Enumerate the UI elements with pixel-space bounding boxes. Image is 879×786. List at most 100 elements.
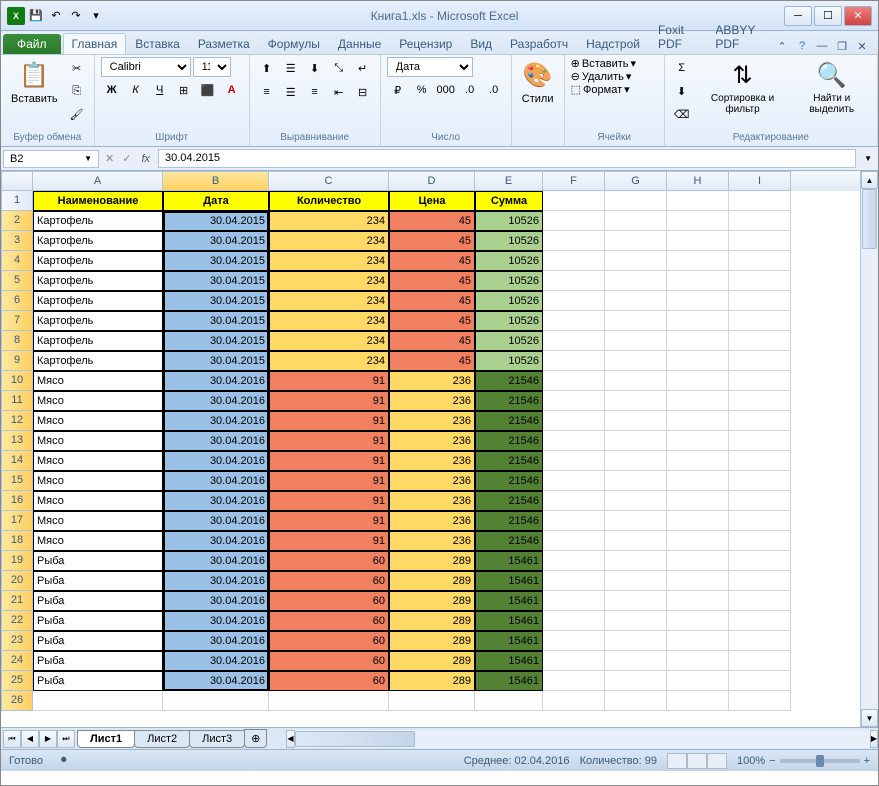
fx-icon[interactable]: fx (135, 153, 156, 165)
cell[interactable] (605, 491, 667, 511)
cell[interactable] (729, 411, 791, 431)
cell[interactable] (729, 251, 791, 271)
cell[interactable] (605, 571, 667, 591)
hscroll-thumb[interactable] (295, 731, 415, 747)
row-header[interactable]: 24 (1, 651, 33, 671)
row-header[interactable]: 8 (1, 331, 33, 351)
cell[interactable]: 30.04.2016 (163, 631, 269, 651)
cell[interactable]: Рыба (33, 671, 163, 691)
cell[interactable]: 10526 (475, 291, 543, 311)
cell[interactable]: 234 (269, 291, 389, 311)
cell[interactable] (667, 591, 729, 611)
cell[interactable] (543, 451, 605, 471)
align-middle-icon[interactable]: ☰ (280, 57, 302, 79)
align-left-icon[interactable]: ≡ (256, 81, 278, 103)
cell[interactable] (729, 351, 791, 371)
cell[interactable] (729, 271, 791, 291)
orientation-icon[interactable]: ⤡ (328, 57, 350, 79)
qat-dropdown-icon[interactable]: ▾ (87, 7, 105, 25)
ribbon-tab[interactable]: ABBYY PDF (706, 19, 774, 54)
cell[interactable]: 236 (389, 451, 475, 471)
row-header[interactable]: 6 (1, 291, 33, 311)
column-header[interactable]: H (667, 171, 729, 191)
cell[interactable] (667, 611, 729, 631)
cell[interactable]: 60 (269, 611, 389, 631)
cell[interactable] (543, 251, 605, 271)
cell[interactable]: 30.04.2015 (163, 211, 269, 231)
file-tab[interactable]: Файл (3, 34, 61, 54)
row-header[interactable]: 9 (1, 351, 33, 371)
cell[interactable]: Мясо (33, 371, 163, 391)
row-header[interactable]: 15 (1, 471, 33, 491)
cell[interactable] (667, 411, 729, 431)
cell[interactable]: 236 (389, 491, 475, 511)
cell[interactable]: Картофель (33, 211, 163, 231)
scroll-left-icon[interactable]: ◀ (286, 730, 294, 748)
font-name-select[interactable]: Calibri (101, 57, 191, 77)
cell[interactable] (729, 371, 791, 391)
cell[interactable] (543, 351, 605, 371)
row-header[interactable]: 5 (1, 271, 33, 291)
cell[interactable] (667, 531, 729, 551)
cell[interactable] (543, 211, 605, 231)
cell[interactable] (729, 311, 791, 331)
cell[interactable] (543, 631, 605, 651)
cell[interactable] (667, 251, 729, 271)
column-header[interactable]: D (389, 171, 475, 191)
cell[interactable]: 91 (269, 511, 389, 531)
cell[interactable]: Картофель (33, 271, 163, 291)
cell[interactable]: Мясо (33, 391, 163, 411)
cell[interactable]: 236 (389, 391, 475, 411)
cell[interactable]: 45 (389, 311, 475, 331)
sheet-tab-active[interactable]: Лист1 (77, 730, 135, 748)
row-header[interactable]: 18 (1, 531, 33, 551)
cell[interactable]: 30.04.2016 (163, 651, 269, 671)
ribbon-tab[interactable]: Главная (63, 33, 127, 54)
cell[interactable]: Картофель (33, 351, 163, 371)
row-header[interactable]: 3 (1, 231, 33, 251)
font-size-select[interactable]: 11 (193, 57, 231, 77)
cell[interactable]: 30.04.2016 (163, 451, 269, 471)
cell[interactable] (543, 671, 605, 691)
cell[interactable]: Мясо (33, 431, 163, 451)
autosum-icon[interactable]: Σ (671, 57, 693, 79)
cell[interactable] (543, 651, 605, 671)
cell[interactable] (543, 471, 605, 491)
row-header[interactable]: 19 (1, 551, 33, 571)
cells-area[interactable]: НаименованиеДатаКоличествоЦенаСуммаКарто… (33, 191, 860, 727)
cell[interactable]: 60 (269, 651, 389, 671)
cell[interactable] (667, 451, 729, 471)
cell[interactable] (605, 271, 667, 291)
cell[interactable]: 30.04.2016 (163, 591, 269, 611)
cell[interactable] (729, 651, 791, 671)
cell[interactable]: 30.04.2016 (163, 511, 269, 531)
window-restore-icon[interactable]: ❐ (834, 38, 850, 54)
currency-icon[interactable]: ₽ (387, 79, 409, 101)
cell[interactable]: 45 (389, 271, 475, 291)
cell[interactable]: 30.04.2016 (163, 551, 269, 571)
sheet-tab[interactable]: Лист3 (189, 730, 245, 748)
collapse-ribbon-icon[interactable]: ⌃ (774, 38, 790, 54)
sheet-last-icon[interactable]: ⏭ (57, 730, 75, 748)
cell[interactable]: 91 (269, 491, 389, 511)
ribbon-tab[interactable]: Вставка (126, 33, 189, 54)
cell[interactable] (667, 351, 729, 371)
cell[interactable] (729, 431, 791, 451)
cell[interactable]: 234 (269, 271, 389, 291)
cell[interactable]: 234 (269, 311, 389, 331)
cell[interactable]: 234 (269, 251, 389, 271)
cell[interactable]: 21546 (475, 471, 543, 491)
cell[interactable]: Рыба (33, 651, 163, 671)
cell[interactable] (605, 691, 667, 711)
cell[interactable] (729, 191, 791, 211)
zoom-slider[interactable] (780, 759, 860, 763)
cell[interactable]: Рыба (33, 631, 163, 651)
cell[interactable]: 15461 (475, 671, 543, 691)
scroll-down-icon[interactable]: ▼ (861, 709, 878, 727)
find-select-button[interactable]: 🔍 Найти и выделить (792, 57, 871, 117)
cell[interactable]: Мясо (33, 411, 163, 431)
cell[interactable]: Мясо (33, 511, 163, 531)
cell[interactable]: 10526 (475, 251, 543, 271)
cell[interactable] (729, 631, 791, 651)
column-header[interactable]: E (475, 171, 543, 191)
